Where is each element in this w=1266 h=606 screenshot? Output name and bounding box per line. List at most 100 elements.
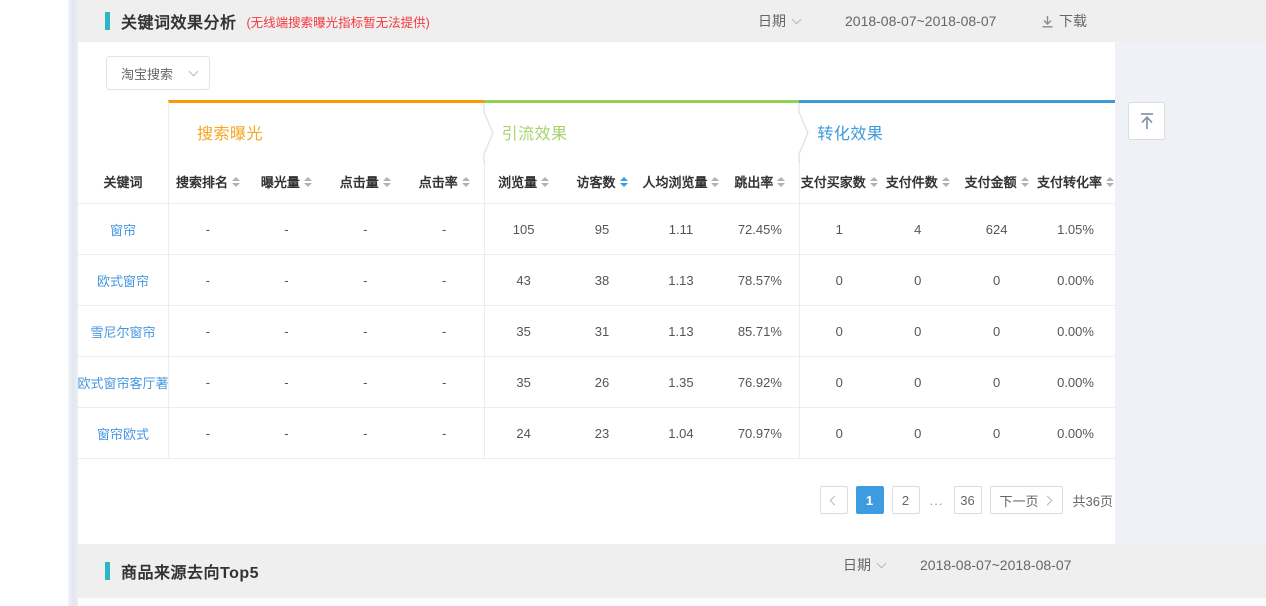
next-page-button[interactable]: 下一页 [990,486,1063,514]
table-cell: - [326,204,405,255]
title-accent-bar [105,12,110,30]
column-header[interactable]: 访客数 [563,160,642,204]
group-separator-chevron [798,103,812,163]
sort-icon[interactable] [942,177,950,187]
sort-icon[interactable] [383,177,391,187]
table-cell: 1.35 [641,357,720,408]
channel-select-value: 淘宝搜索 [121,64,180,83]
page-button-36[interactable]: 36 [954,486,982,514]
group-title: 转化效果 [799,103,1115,144]
group-header-search-exposure: 搜索曝光 [168,100,484,160]
column-header[interactable]: 支付金额 [957,160,1036,204]
pagination-ellipsis: ... [928,493,946,508]
table-cell: 1.11 [641,204,720,255]
table-cell: - [405,408,484,459]
table-cell: 95 [563,204,642,255]
sort-icon[interactable] [620,177,628,187]
table-cell: - [405,357,484,408]
date-filter-trigger[interactable]: 日期 [843,544,885,586]
group-header-conversion-effect: 转化效果 [799,100,1115,160]
title-accent-bar [105,562,110,580]
date-filter-trigger[interactable]: 日期 [758,0,800,42]
top-band: 关键词效果分析 (无线端搜索曝光指标暂无法提供) 日期 2018-08-07~2… [78,0,1266,42]
table-cell: 26 [563,357,642,408]
table-cell: 1 [799,204,878,255]
column-header-label: 点击量 [340,172,379,191]
sort-icon[interactable] [1021,177,1029,187]
table-cell: 1.05% [1036,204,1115,255]
table-cell: 0 [878,255,957,306]
table-cell: - [168,306,247,357]
table-cell: - [405,204,484,255]
table-cell: 35 [484,357,563,408]
sort-icon[interactable] [232,177,240,187]
page-button-1[interactable]: 1 [856,486,884,514]
table-cell: - [326,306,405,357]
keyword-link[interactable]: 窗帘 [78,204,168,255]
table-cell: 0 [799,357,878,408]
table-cell: 38 [563,255,642,306]
table-cell: 1.13 [641,255,720,306]
sort-icon[interactable] [304,177,312,187]
table-cell: - [405,306,484,357]
table-cell: 70.97% [720,408,799,459]
keyword-link[interactable]: 欧式窗帘客厅著 [78,357,168,408]
chevron-right-icon [1042,495,1052,505]
channel-select[interactable]: 淘宝搜索 [106,56,210,90]
sort-icon[interactable] [870,177,878,187]
sort-icon[interactable] [462,177,470,187]
table-cell: - [168,357,247,408]
title-note: (无线端搜索曝光指标暂无法提供) [247,12,430,31]
prev-page-button[interactable] [820,486,848,514]
date-range-value[interactable]: 2018-08-07~2018-08-07 [845,0,996,42]
table-cell: 1.04 [641,408,720,459]
keyword-link[interactable]: 窗帘欧式 [78,408,168,459]
total-pages-label: 共36页 [1073,491,1113,510]
column-header[interactable]: 点击率 [405,160,484,204]
bottom-section-title: 商品来源去向Top5 [121,559,259,583]
column-header-label: 人均浏览量 [642,172,707,191]
column-header-label: 支付件数 [886,172,938,191]
column-header-label: 曝光量 [261,172,300,191]
table-cell: 23 [563,408,642,459]
column-header[interactable]: 搜索排名 [168,160,247,204]
sort-icon[interactable] [777,177,785,187]
table-cell: 1.13 [641,306,720,357]
group-separator-chevron [483,103,497,163]
table-cell: - [247,408,326,459]
keyword-link[interactable]: 雪尼尔窗帘 [78,306,168,357]
pagination: 1 2 ... 36 下一页 共36页 [820,486,1113,514]
column-header[interactable]: 支付买家数 [799,160,878,204]
download-button[interactable]: 下载 [1041,0,1087,42]
column-header-label: 搜索排名 [176,172,228,191]
date-range-value[interactable]: 2018-08-07~2018-08-07 [920,544,1071,586]
column-header[interactable]: 支付转化率 [1036,160,1115,204]
table-cell: 24 [484,408,563,459]
sort-icon[interactable] [541,177,549,187]
table-cell: 0 [799,306,878,357]
table-cell: 85.71% [720,306,799,357]
sort-icon[interactable] [1106,177,1114,187]
keyword-link[interactable]: 欧式窗帘 [78,255,168,306]
column-header[interactable]: 浏览量 [484,160,563,204]
chevron-down-icon [792,14,802,24]
table-cell: 0.00% [1036,306,1115,357]
table-cell: 0 [957,255,1036,306]
column-header[interactable]: 支付件数 [878,160,957,204]
sort-icon[interactable] [711,177,719,187]
table-cell: 0.00% [1036,408,1115,459]
column-header[interactable]: 点击量 [326,160,405,204]
table-cell: 76.92% [720,357,799,408]
date-filter-label: 日期 [758,11,786,31]
table-cell: - [247,306,326,357]
back-to-top-button[interactable] [1128,102,1165,140]
section-title-block: 商品来源去向Top5 [105,544,259,598]
page-button-2[interactable]: 2 [892,486,920,514]
table-cell: - [405,255,484,306]
column-header[interactable]: 曝光量 [247,160,326,204]
column-header[interactable]: 人均浏览量 [641,160,720,204]
column-header[interactable]: 跳出率 [720,160,799,204]
keyword-table-card: 淘宝搜索 搜索曝光 引流效果 [78,42,1115,544]
column-header-label: 跳出率 [734,172,773,191]
next-page-label: 下一页 [1000,491,1039,510]
